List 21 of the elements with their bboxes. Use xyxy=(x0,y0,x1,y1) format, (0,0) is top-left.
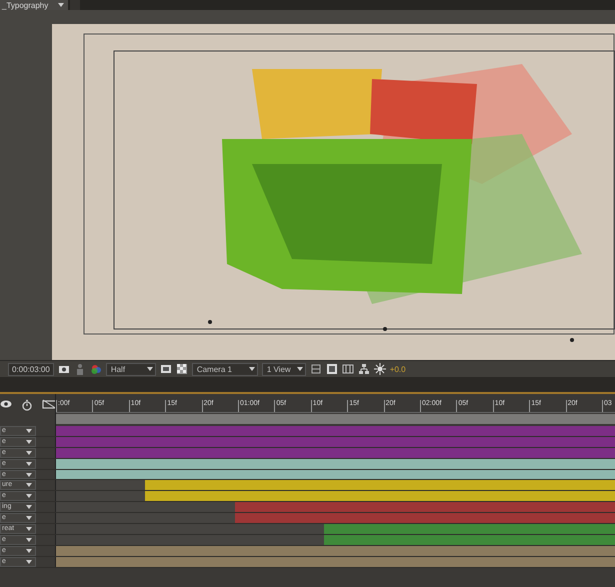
checkerboard-icon[interactable] xyxy=(176,363,188,375)
layer-bar[interactable] xyxy=(324,534,615,545)
dropdown[interactable]: 1 View xyxy=(262,362,306,376)
stopwatch-icon[interactable] xyxy=(21,399,33,411)
exposure-icon[interactable] xyxy=(374,363,386,375)
grid-icon[interactable] xyxy=(310,363,322,375)
dropdown[interactable]: Camera 1 xyxy=(192,362,258,376)
flowchart-icon[interactable] xyxy=(358,363,370,375)
layer-bar[interactable] xyxy=(145,480,615,490)
layer-bar[interactable] xyxy=(145,491,615,502)
camera-icon[interactable] xyxy=(58,363,70,375)
timeline-icon[interactable] xyxy=(342,363,354,375)
tab-title: _Typography xyxy=(2,0,48,10)
region-icon[interactable] xyxy=(160,363,172,375)
dropdown[interactable]: Half xyxy=(106,362,156,376)
eye-icon[interactable] xyxy=(0,399,12,409)
timecode-field[interactable]: 0:00:03:00 xyxy=(8,362,54,376)
color-channels-icon[interactable] xyxy=(90,363,102,375)
fast-preview-icon[interactable] xyxy=(326,363,338,375)
composition-tab[interactable]: _Typography xyxy=(0,0,68,10)
exposure-value[interactable]: +0.0 xyxy=(390,364,406,374)
